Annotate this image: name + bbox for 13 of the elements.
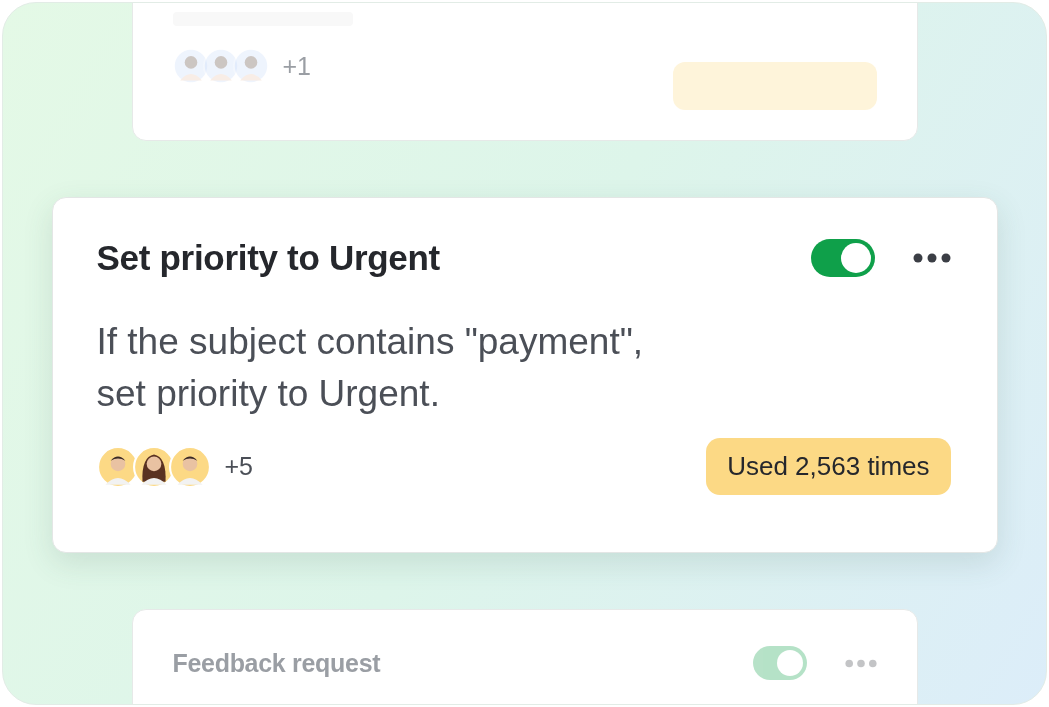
avatar-icon [232, 48, 269, 84]
rule-title: Set priority to Urgent [96, 238, 440, 278]
more-options-icon[interactable] [912, 253, 951, 263]
more-count: +1 [282, 51, 311, 81]
more-count: +5 [224, 452, 253, 481]
avatar-icon [172, 48, 209, 84]
rule-title: Feedback request [172, 648, 381, 678]
rule-description: If the subject contains "payment", set priority to Urgent. [96, 320, 645, 416]
usage-badge: Used 2,563 times [706, 438, 951, 495]
toggle-switch[interactable] [752, 646, 807, 680]
avatar-icon [168, 445, 211, 488]
avatar-icon [202, 48, 239, 84]
toggle-switch[interactable] [810, 239, 875, 277]
